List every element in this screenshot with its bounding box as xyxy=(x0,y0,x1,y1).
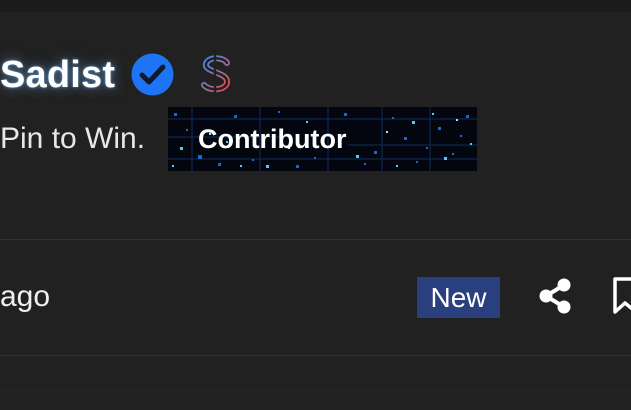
new-status-badge: New xyxy=(417,277,500,318)
divider xyxy=(0,390,631,391)
divider xyxy=(0,355,631,356)
verified-check-icon xyxy=(131,53,174,96)
post-timestamp: ago xyxy=(0,280,51,313)
divider xyxy=(0,239,631,240)
dollar-icon xyxy=(196,48,236,100)
share-icon[interactable] xyxy=(537,277,573,315)
username[interactable]: Sadist xyxy=(0,54,115,97)
contributor-badge-label: Contributor xyxy=(198,124,347,154)
top-bar xyxy=(0,0,631,12)
contributor-badge: Contributor xyxy=(168,107,477,171)
profile-tagline: Pin to Win. xyxy=(0,122,146,155)
bookmark-icon[interactable] xyxy=(612,276,631,316)
